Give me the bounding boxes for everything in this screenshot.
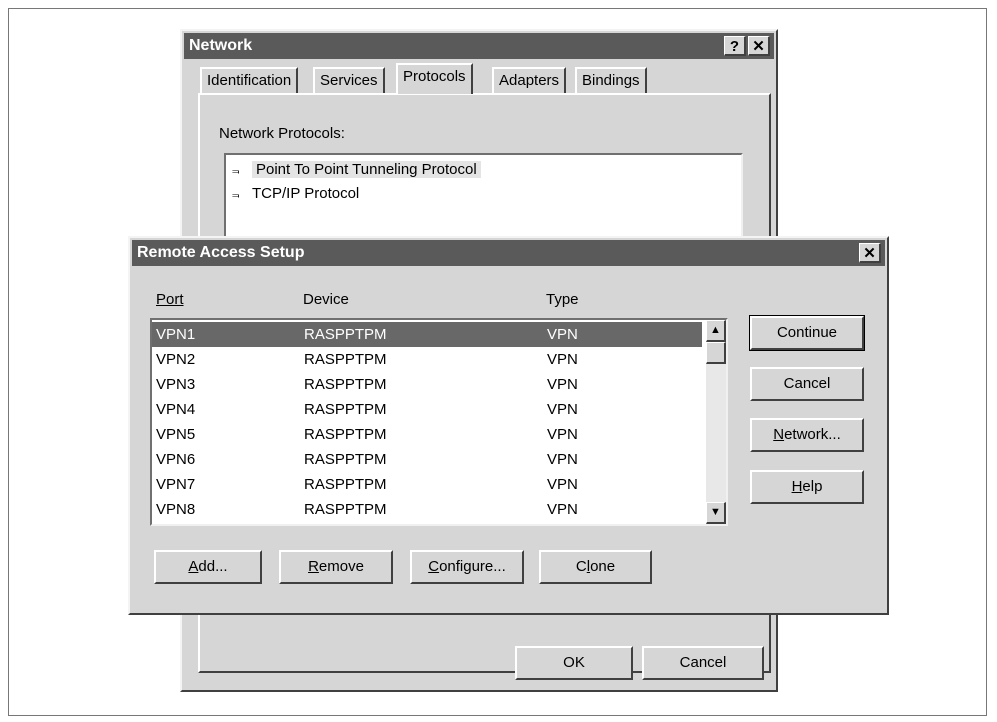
network-cancel-button[interactable]: Cancel — [642, 646, 764, 680]
continue-button[interactable]: Continue — [749, 315, 865, 351]
scroll-down-icon[interactable]: ▼ — [706, 502, 726, 524]
network-protocols-label: Network Protocols: — [219, 125, 345, 142]
tab-services[interactable]: Services — [313, 67, 385, 93]
column-header-device: Device — [303, 291, 349, 308]
table-row[interactable]: VPN7 RASPPTPM VPN — [152, 472, 702, 497]
table-row[interactable]: VPN5 RASPPTPM VPN — [152, 422, 702, 447]
network-title: Network — [189, 37, 253, 54]
network-titlebar[interactable]: Network ? ✕ — [184, 33, 774, 59]
table-row[interactable]: VPN3 RASPPTPM VPN — [152, 372, 702, 397]
clone-button[interactable]: Clone — [539, 550, 652, 584]
close-icon[interactable]: ✕ — [859, 243, 881, 263]
configure-button[interactable]: Configure... — [410, 550, 524, 584]
help-button[interactable]: ? — [724, 36, 746, 56]
tab-bindings[interactable]: Bindings — [575, 67, 647, 93]
column-header-type: Type — [546, 291, 579, 308]
table-row[interactable]: VPN2 RASPPTPM VPN — [152, 347, 702, 372]
add-button[interactable]: Add... — [154, 550, 262, 584]
port-list[interactable]: VPN1 RASPPTPM VPN VPN2 RASPPTPM VPN VPN3 RASP… — [150, 318, 728, 526]
table-row[interactable]: VPN4 RASPPTPM VPN — [152, 397, 702, 422]
ras-titlebar[interactable]: Remote Access Setup ✕ — [132, 240, 885, 266]
remove-button[interactable]: Remove — [279, 550, 393, 584]
ras-cancel-button[interactable]: Cancel — [750, 367, 864, 401]
remote-access-setup-dialog: Remote Access Setup ✕ Port Device Type V… — [128, 236, 889, 615]
scroll-thumb[interactable] — [706, 342, 726, 364]
scroll-up-icon[interactable]: ▲ — [706, 320, 726, 342]
help-button[interactable]: Help — [750, 470, 864, 504]
network-button[interactable]: Network... — [750, 418, 864, 452]
ras-title: Remote Access Setup — [137, 244, 305, 261]
column-header-port: Port — [156, 291, 184, 308]
ok-button[interactable]: OK — [515, 646, 633, 680]
tab-adapters[interactable]: Adapters — [492, 67, 567, 93]
protocol-list[interactable]: ⫬ Point To Point Tunneling Protocol ⫬ TCP/… — [224, 153, 743, 243]
protocol-item[interactable]: ⫬ TCP/IP Protocol — [232, 183, 359, 205]
tab-protocols[interactable]: Protocols — [396, 63, 473, 94]
table-row[interactable]: VPN8 RASPPTPM VPN — [152, 497, 702, 522]
protocol-icon: ⫬ — [232, 186, 240, 201]
vertical-scrollbar[interactable]: ▲ ▼ — [706, 320, 726, 524]
protocol-icon: ⫬ — [232, 162, 240, 177]
close-icon[interactable]: ✕ — [748, 36, 770, 56]
table-row[interactable]: VPN1 RASPPTPM VPN — [152, 322, 702, 347]
protocol-item[interactable]: ⫬ Point To Point Tunneling Protocol — [232, 159, 481, 181]
table-row[interactable]: VPN6 RASPPTPM VPN — [152, 447, 702, 472]
tab-identification[interactable]: Identification — [200, 67, 299, 93]
